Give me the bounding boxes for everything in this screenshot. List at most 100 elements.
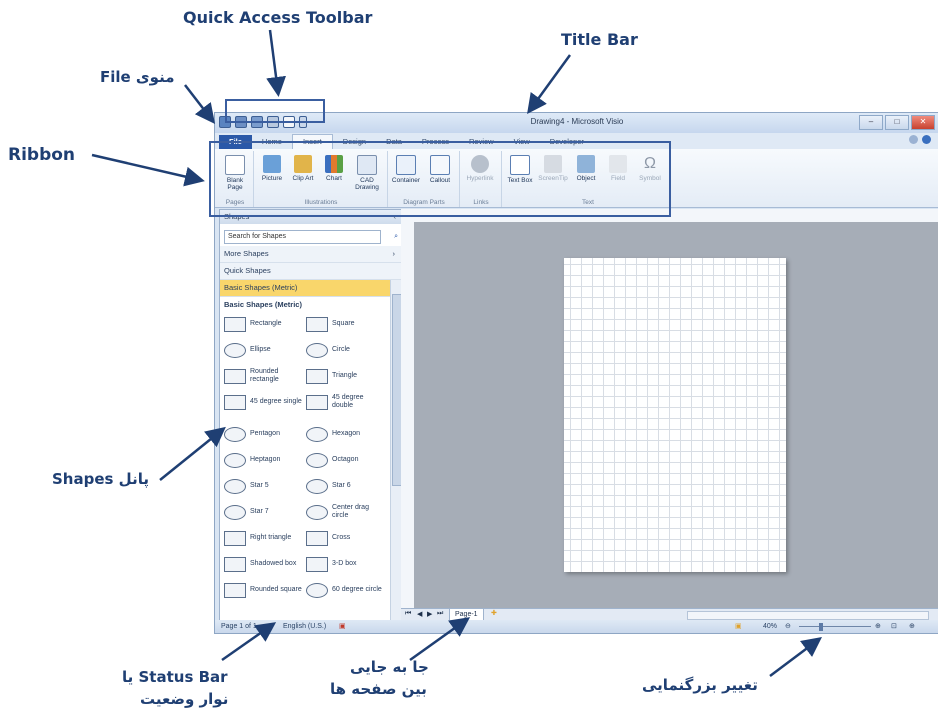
- horizontal-scrollbar[interactable]: [687, 611, 929, 620]
- shape-item[interactable]: Rectangle: [224, 312, 304, 336]
- selected-stencil-label: Basic Shapes (Metric): [224, 283, 298, 292]
- container-button[interactable]: Container: [391, 155, 421, 184]
- callout-button[interactable]: Callout: [425, 155, 455, 184]
- tab-process[interactable]: Process: [412, 135, 459, 149]
- tab-developer[interactable]: Developer: [540, 135, 594, 149]
- zoom-level[interactable]: 40%: [763, 620, 777, 633]
- search-shapes-input[interactable]: Search for Shapes ⌕: [224, 230, 398, 244]
- shape-item[interactable]: Star 7: [224, 500, 304, 524]
- chart-icon: [325, 155, 343, 173]
- hyperlink-button[interactable]: Hyperlink: [465, 155, 495, 182]
- shape-item[interactable]: Star 5: [224, 474, 304, 498]
- cad-drawing-button[interactable]: CAD Drawing: [352, 155, 382, 191]
- search-placeholder: Search for Shapes: [228, 233, 286, 240]
- tab-file[interactable]: File: [219, 135, 252, 149]
- shape-item[interactable]: Right triangle: [224, 526, 304, 550]
- shape-thumbnail-icon: [224, 452, 246, 468]
- group-text: Text Box ScreenTip Object Field Ω Symbol…: [503, 151, 673, 207]
- tab-review[interactable]: Review: [459, 135, 504, 149]
- symbol-button[interactable]: Ω Symbol: [635, 155, 665, 182]
- close-button[interactable]: ✕: [911, 115, 935, 130]
- shape-item[interactable]: Pentagon: [224, 422, 304, 446]
- fit-to-window-icon[interactable]: ⊡: [891, 620, 897, 633]
- shape-item-label: Octagon: [332, 456, 359, 463]
- text-box-button[interactable]: Text Box: [505, 155, 535, 184]
- tab-home[interactable]: Home: [252, 135, 292, 149]
- blank-page-button[interactable]: Blank Page: [220, 155, 250, 191]
- shape-item[interactable]: Rounded square: [224, 578, 304, 602]
- tab-view[interactable]: View: [504, 135, 540, 149]
- minimize-ribbon-icon[interactable]: [909, 135, 918, 144]
- title-bar-arrow: [527, 54, 572, 115]
- ribbon-tabs: File Home Insert Design Data Process Rev…: [215, 133, 938, 149]
- shape-thumbnail-icon: [224, 582, 246, 598]
- field-button[interactable]: Field: [603, 155, 633, 182]
- shape-item[interactable]: Triangle: [306, 364, 386, 388]
- clip-art-button[interactable]: Clip Art: [288, 155, 318, 182]
- shape-item[interactable]: Center drag circle: [306, 500, 386, 524]
- more-shapes-item[interactable]: More Shapes ›: [220, 246, 401, 263]
- shape-thumbnail-icon: [224, 530, 246, 546]
- shape-thumbnail-icon: [306, 426, 328, 442]
- label-title-bar: Title Bar: [561, 30, 638, 49]
- shape-item-label: Star 6: [332, 482, 351, 489]
- group-links: Hyperlink Links: [461, 151, 502, 207]
- shape-item[interactable]: Circle: [306, 338, 386, 362]
- collapse-panel-icon[interactable]: ‹: [394, 210, 397, 224]
- more-shapes-label: More Shapes: [224, 249, 269, 258]
- language-status[interactable]: English (U.S.): [283, 620, 326, 633]
- label-ribbon: Ribbon: [8, 145, 76, 165]
- shape-item[interactable]: Ellipse: [224, 338, 304, 362]
- insert-page-icon[interactable]: ✚: [491, 609, 497, 617]
- shape-item[interactable]: Square: [306, 312, 386, 336]
- minimize-button[interactable]: –: [859, 115, 883, 130]
- shape-item-label: 45 degree double: [332, 394, 364, 409]
- shape-item[interactable]: 45 degree single: [224, 390, 304, 414]
- tab-insert[interactable]: Insert: [291, 134, 333, 149]
- zoom-slider-thumb[interactable]: [819, 623, 823, 631]
- tab-design[interactable]: Design: [333, 135, 376, 149]
- shape-item[interactable]: 60 degree circle: [306, 578, 386, 602]
- pan-zoom-icon[interactable]: ⊕: [909, 620, 915, 633]
- shape-item[interactable]: Octagon: [306, 448, 386, 472]
- zoom-in-icon[interactable]: ⊕: [875, 620, 881, 633]
- object-button[interactable]: Object: [571, 155, 601, 182]
- shape-item[interactable]: 45 degree double: [306, 390, 386, 414]
- last-page-icon[interactable]: ⏭: [437, 610, 443, 618]
- macro-icon[interactable]: ▣: [339, 620, 346, 633]
- callout-icon: [430, 155, 450, 175]
- shape-thumbnail-icon: [224, 368, 246, 384]
- shape-item-label: 60 degree circle: [332, 586, 382, 593]
- shape-item[interactable]: Shadowed box: [224, 552, 304, 576]
- shape-item[interactable]: Heptagon: [224, 448, 304, 472]
- object-icon: [577, 155, 595, 173]
- quick-shapes-item[interactable]: Quick Shapes: [220, 263, 401, 280]
- page-count[interactable]: Page 1 of 1: [221, 620, 257, 633]
- shape-item[interactable]: Hexagon: [306, 422, 386, 446]
- shapes-scrollbar[interactable]: [390, 280, 401, 622]
- search-icon[interactable]: ⌕: [394, 231, 398, 243]
- shape-item-label: Rounded rectangle: [250, 368, 279, 383]
- group-pages: Blank Page Pages: [217, 151, 254, 207]
- full-screen-icon[interactable]: ▣: [735, 620, 742, 633]
- shape-thumbnail-icon: [306, 556, 328, 572]
- shape-item[interactable]: 3-D box: [306, 552, 386, 576]
- maximize-button[interactable]: □: [885, 115, 909, 130]
- picture-button[interactable]: Picture: [257, 155, 287, 182]
- zoom-out-icon[interactable]: ⊖: [785, 620, 791, 633]
- shape-thumbnail-icon: [306, 394, 328, 410]
- help-icon[interactable]: [922, 135, 931, 144]
- first-page-icon[interactable]: ⏮: [405, 610, 411, 618]
- drawing-canvas[interactable]: [414, 222, 938, 608]
- drawing-page[interactable]: [564, 258, 786, 572]
- chart-button[interactable]: Chart: [319, 155, 349, 182]
- next-page-icon[interactable]: ▶: [427, 610, 432, 618]
- zoom-slider[interactable]: [799, 626, 871, 627]
- shape-item[interactable]: Star 6: [306, 474, 386, 498]
- prev-page-icon[interactable]: ◀: [417, 610, 422, 618]
- shape-item[interactable]: Cross: [306, 526, 386, 550]
- screentip-button[interactable]: ScreenTip: [538, 155, 568, 182]
- tab-data[interactable]: Data: [376, 135, 412, 149]
- basic-shapes-stencil-item[interactable]: Basic Shapes (Metric): [220, 280, 401, 297]
- shape-item[interactable]: Rounded rectangle: [224, 364, 304, 388]
